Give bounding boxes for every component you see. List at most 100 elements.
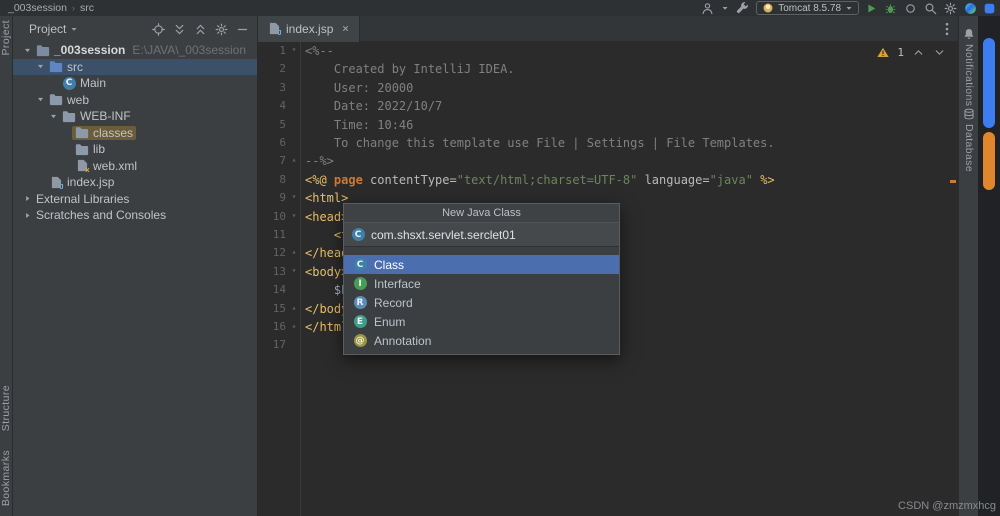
stripe-project-button[interactable]: Project: [0, 20, 13, 55]
code-line-2[interactable]: 2 Created by IntelliJ IDEA.: [258, 60, 958, 78]
tree-item-web-inf[interactable]: WEB-INF: [13, 108, 257, 125]
fold-marker-icon[interactable]: ▴: [288, 155, 300, 164]
folder-icon: [62, 110, 76, 123]
stripe-notifications-button[interactable]: Notifications: [962, 44, 975, 106]
tab-close-icon[interactable]: [341, 24, 350, 33]
run-configuration-selector[interactable]: Tomcat 8.5.78: [756, 1, 859, 15]
kind-item-class[interactable]: CClass: [344, 255, 619, 274]
tree-collapse-icon[interactable]: [34, 95, 46, 104]
fold-marker-icon[interactable]: ▾: [288, 192, 300, 201]
breadcrumb-project[interactable]: _003session: [8, 2, 67, 14]
fold-marker-icon[interactable]: ▴: [288, 247, 300, 256]
code-line-1[interactable]: 1▾<%--: [258, 42, 958, 60]
tree-item-scratches-and-consoles[interactable]: Scratches and Consoles: [13, 207, 257, 224]
tree-item-label: web: [67, 93, 89, 107]
tree-item-main[interactable]: CMain: [13, 75, 257, 92]
tree-item-content: _003sessionE:\JAVA\_003session: [33, 43, 249, 57]
run-config-caret-icon: [845, 4, 853, 12]
search-icon[interactable]: [924, 2, 937, 15]
database-icon[interactable]: [963, 108, 975, 120]
next-problem-icon[interactable]: [933, 46, 946, 59]
interface-icon: I: [353, 277, 367, 290]
kind-list: CClassIInterfaceRRecordEEnum@Annotation: [344, 247, 619, 354]
tree-item-content: CMain: [59, 76, 109, 90]
fold-marker-icon[interactable]: ▴: [288, 321, 300, 330]
tree-item-label: Main: [80, 76, 106, 90]
kind-label: Class: [374, 258, 404, 272]
debug-icon[interactable]: [884, 2, 897, 15]
kind-item-enum[interactable]: EEnum: [344, 312, 619, 331]
tree-item-label: Scratches and Consoles: [36, 208, 166, 222]
fold-marker-icon[interactable]: ▾: [288, 211, 300, 220]
prev-problem-icon[interactable]: [912, 46, 925, 59]
tree-expand-icon[interactable]: [21, 194, 33, 203]
notifications-icon[interactable]: [963, 28, 975, 40]
panel-settings-button[interactable]: [215, 23, 228, 36]
project-tree: _003sessionE:\JAVA\_003sessionsrcCMain we…: [13, 42, 257, 224]
project-view-selector[interactable]: Project: [29, 22, 66, 36]
tree-item-label: External Libraries: [36, 192, 129, 206]
user-caret-icon[interactable]: [721, 4, 729, 12]
right-toolwindow-stripe: Notifications Database: [958, 16, 978, 516]
code-line-6[interactable]: 6 To change this template use File | Set…: [258, 134, 958, 152]
tree-item-web-xml[interactable]: xweb.xml: [13, 158, 257, 175]
tree-item-web[interactable]: web: [13, 92, 257, 109]
folder-icon: [75, 126, 89, 139]
tree-item-external-libraries[interactable]: External Libraries: [13, 191, 257, 208]
tree-item-label: classes: [93, 126, 133, 140]
tree-item-classes[interactable]: classes: [13, 125, 257, 142]
line-number: 16: [258, 320, 286, 333]
expand-all-button[interactable]: [173, 23, 186, 36]
tab-index-jsp[interactable]: J index.jsp: [258, 16, 360, 42]
class-icon: C: [351, 228, 365, 241]
kind-item-interface[interactable]: IInterface: [344, 274, 619, 293]
tree-collapse-icon[interactable]: [34, 62, 46, 71]
right-edge-panel: [978, 16, 1000, 516]
class-name-input[interactable]: C com.shsxt.servlet.serclet01: [344, 223, 619, 247]
code-line-7[interactable]: 7▴--%>: [258, 152, 958, 170]
hide-panel-button[interactable]: [236, 23, 249, 36]
code-text: <body>: [305, 265, 348, 279]
stripe-bookmarks-button[interactable]: Bookmarks: [0, 450, 13, 506]
code-line-8[interactable]: 8<%@ page contentType="text/html;charset…: [258, 171, 958, 189]
project-view-caret-icon[interactable]: [70, 25, 78, 33]
code-text: Created by IntelliJ IDEA.: [305, 62, 515, 76]
coverage-icon[interactable]: [904, 2, 917, 15]
code-line-3[interactable]: 3 User: 20000: [258, 79, 958, 97]
line-number: 9: [258, 191, 286, 204]
tree-collapse-icon[interactable]: [47, 112, 59, 121]
tree-item-path: E:\JAVA\_003session: [132, 43, 246, 57]
tab-options-icon[interactable]: [936, 22, 958, 36]
tree-item-content: web: [46, 93, 92, 107]
code-text: User: 20000: [305, 81, 413, 95]
fold-marker-icon[interactable]: ▾: [288, 45, 300, 54]
stripe-database-button[interactable]: Database: [962, 124, 975, 172]
code-line-4[interactable]: 4 Date: 2022/10/7: [258, 97, 958, 115]
fold-marker-icon[interactable]: ▴: [288, 303, 300, 312]
stripe-structure-button[interactable]: Structure: [0, 385, 13, 431]
settings-icon[interactable]: [944, 2, 957, 15]
code-line-5[interactable]: 5 Time: 10:46: [258, 116, 958, 134]
kind-item-annotation[interactable]: @Annotation: [344, 331, 619, 350]
tree-item-lib[interactable]: lib: [13, 141, 257, 158]
tree-collapse-icon[interactable]: [21, 46, 33, 55]
wrench-icon[interactable]: [736, 2, 749, 15]
locate-file-button[interactable]: [152, 23, 165, 36]
edge-browser-icon[interactable]: [964, 2, 977, 15]
inspections-widget[interactable]: 1: [877, 46, 946, 59]
kind-label: Annotation: [374, 334, 431, 348]
collapse-all-button[interactable]: [194, 23, 207, 36]
editor-tabbar: J index.jsp: [258, 16, 958, 42]
tree-item-003session[interactable]: _003sessionE:\JAVA\_003session: [13, 42, 257, 59]
breadcrumb-src[interactable]: src: [80, 2, 94, 14]
user-icon[interactable]: [701, 2, 714, 15]
pin-icon[interactable]: [984, 3, 995, 14]
run-icon[interactable]: [866, 3, 877, 14]
fold-marker-icon[interactable]: ▾: [288, 266, 300, 275]
kind-item-record[interactable]: RRecord: [344, 293, 619, 312]
tree-item-src[interactable]: src: [13, 59, 257, 76]
tree-expand-icon[interactable]: [21, 211, 33, 220]
line-number: 5: [258, 118, 286, 131]
tree-item-index-jsp[interactable]: Jindex.jsp: [13, 174, 257, 191]
line-number: 3: [258, 81, 286, 94]
